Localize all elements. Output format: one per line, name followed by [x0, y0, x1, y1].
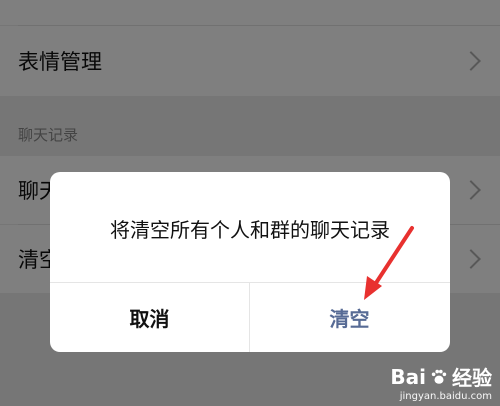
watermark: Bai 经验 jingyan.baidu.com — [390, 362, 492, 403]
paw-icon — [431, 369, 447, 384]
watermark-url: jingyan.baidu.com — [399, 391, 492, 402]
red-arrow-icon — [364, 226, 414, 300]
watermark-brand: Bai 经验 — [390, 364, 492, 391]
